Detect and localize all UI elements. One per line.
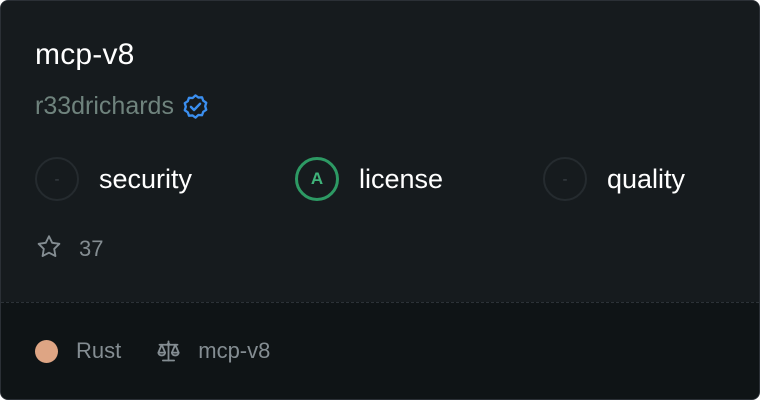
card-body: mcp-v8 r33drichards - security A license…	[1, 1, 759, 303]
star-icon	[35, 233, 63, 266]
quality-grade-circle: -	[543, 157, 587, 201]
license-score[interactable]: A license	[295, 155, 443, 203]
server-card[interactable]: mcp-v8 r33drichards - security A license…	[0, 0, 760, 400]
language-name: Rust	[76, 338, 122, 363]
license-label: license	[359, 163, 444, 194]
security-score[interactable]: - security	[35, 155, 192, 203]
owner-row: r33drichards	[35, 89, 210, 123]
quality-score[interactable]: - quality	[543, 155, 685, 203]
license-name: mcp-v8	[198, 338, 271, 363]
license-grade-circle: A	[295, 157, 339, 201]
repo-title[interactable]: mcp-v8	[35, 35, 135, 75]
verified-badge-icon	[181, 92, 210, 121]
score-row: - security A license - quality	[1, 155, 759, 203]
language-color-dot	[35, 339, 58, 363]
security-label: security	[99, 163, 193, 194]
stars-row: 37	[35, 233, 103, 265]
quality-label: quality	[607, 163, 686, 194]
star-count: 37	[79, 236, 104, 261]
footer-meta: Rust mcp-v8	[35, 335, 270, 367]
scale-icon	[155, 338, 182, 365]
security-grade-circle: -	[35, 157, 79, 201]
owner-link[interactable]: r33drichards	[35, 89, 174, 123]
